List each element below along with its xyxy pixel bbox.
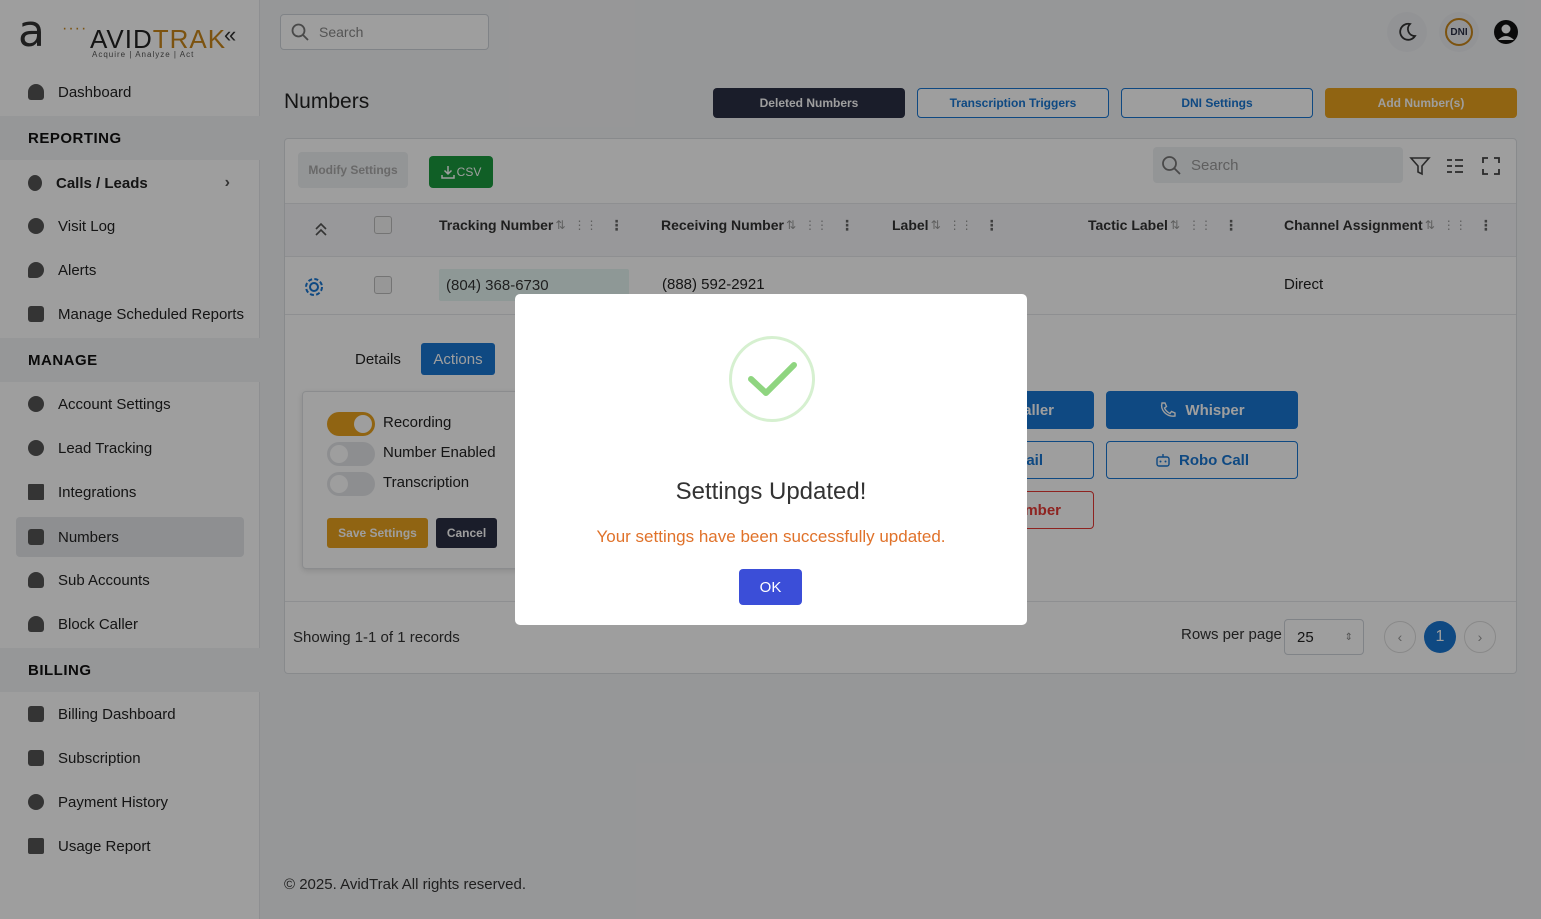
dialog-message: Your settings have been successfully upd…: [596, 527, 946, 546]
dialog-title: Settings Updated!: [675, 478, 867, 505]
settings-updated-dialog: Settings Updated! Your settings have bee…: [515, 294, 1027, 625]
success-check-icon: [729, 336, 815, 422]
ok-button[interactable]: OK: [739, 569, 802, 605]
